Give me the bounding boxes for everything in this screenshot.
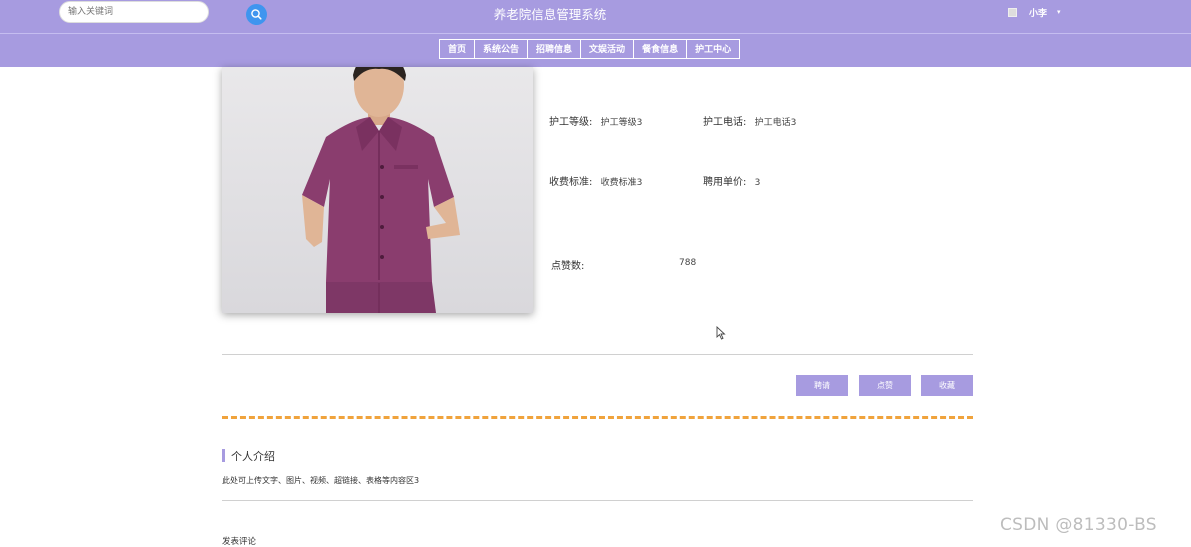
nav-items: 首页 系统公告 招聘信息 文娱活动 餐食信息 护工中心 bbox=[439, 39, 741, 59]
search-input[interactable] bbox=[68, 5, 178, 19]
price-field: 聘用单价: 3 bbox=[703, 173, 760, 188]
detail-divider bbox=[222, 354, 973, 355]
intro-title: 个人介绍 bbox=[231, 450, 275, 463]
mouse-cursor-icon bbox=[716, 326, 726, 340]
grade-field: 护工等级: 护工等级3 bbox=[549, 113, 642, 128]
hire-button[interactable]: 聘请 bbox=[796, 375, 848, 396]
nav-item-announcements[interactable]: 系统公告 bbox=[474, 39, 529, 59]
likes-label-field: 点赞数: bbox=[551, 257, 584, 272]
favorite-button[interactable]: 收藏 bbox=[921, 375, 973, 396]
caregiver-photo bbox=[222, 67, 533, 313]
likes-value: 788 bbox=[679, 258, 697, 268]
user-menu[interactable]: 小李 ▾ bbox=[1008, 5, 1061, 19]
comment-label: 发表评论 bbox=[222, 537, 257, 547]
fee-label: 收费标准: bbox=[549, 177, 593, 188]
grade-label: 护工等级: bbox=[549, 117, 593, 128]
nav-item-recruitment[interactable]: 招聘信息 bbox=[527, 39, 582, 59]
caregiver-image bbox=[302, 67, 460, 313]
price-label: 聘用单价: bbox=[703, 177, 747, 188]
top-header: 养老院信息管理系统 小李 ▾ bbox=[0, 0, 1191, 34]
phone-label: 护工电话: bbox=[703, 117, 747, 128]
likes-value-field: 788 bbox=[679, 257, 696, 268]
site-title: 养老院信息管理系统 bbox=[493, 7, 607, 22]
section-marker bbox=[222, 449, 225, 462]
nav-item-activities[interactable]: 文娱活动 bbox=[580, 39, 635, 59]
nav-item-home[interactable]: 首页 bbox=[439, 39, 476, 59]
phone-value: 护工电话3 bbox=[754, 118, 797, 128]
nav-item-meals[interactable]: 餐食信息 bbox=[633, 39, 688, 59]
intro-divider bbox=[222, 500, 973, 501]
search-icon bbox=[251, 9, 262, 20]
main-nav: 首页 系统公告 招聘信息 文娱活动 餐食信息 护工中心 bbox=[0, 34, 1191, 67]
like-button[interactable]: 点赞 bbox=[859, 375, 911, 396]
watermark: CSDN @81330-BS bbox=[1000, 515, 1157, 535]
nav-item-caregivers[interactable]: 护工中心 bbox=[686, 39, 741, 59]
fee-field: 收费标准: 收费标准3 bbox=[549, 173, 642, 188]
section-divider bbox=[222, 416, 973, 419]
avatar[interactable] bbox=[1008, 7, 1017, 17]
chevron-down-icon[interactable]: ▾ bbox=[1057, 8, 1061, 16]
search-button[interactable] bbox=[246, 4, 267, 25]
intro-content: 此处可上传文字、图片、视频、超链接、表格等内容区3 bbox=[222, 476, 420, 485]
search-box[interactable] bbox=[59, 1, 267, 25]
username[interactable]: 小李 bbox=[1029, 6, 1047, 19]
grade-value: 护工等级3 bbox=[600, 118, 643, 128]
price-value: 3 bbox=[754, 178, 761, 188]
fee-value: 收费标准3 bbox=[600, 178, 643, 188]
likes-label: 点赞数: bbox=[551, 261, 585, 272]
phone-field: 护工电话: 护工电话3 bbox=[703, 113, 796, 128]
